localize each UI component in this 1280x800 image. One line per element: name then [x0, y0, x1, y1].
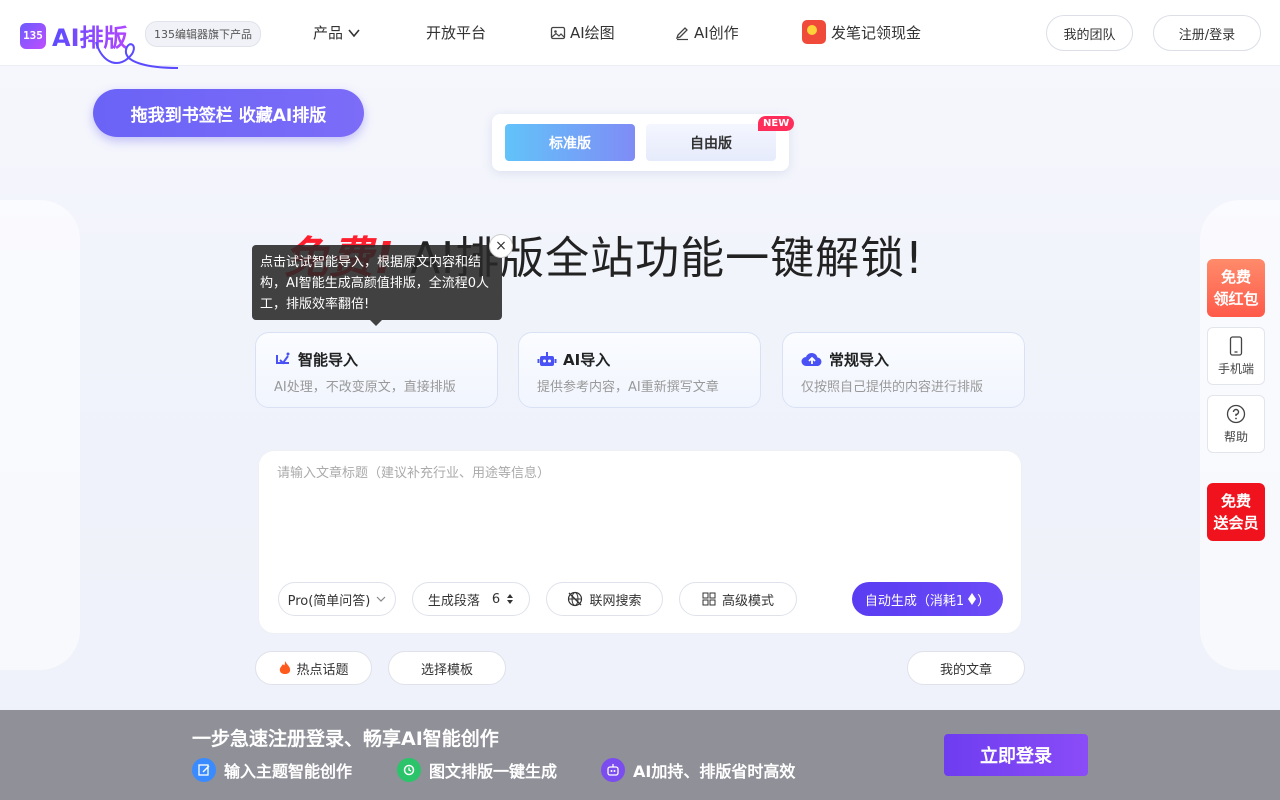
card-ai-import-desc: 提供参考内容，AI重新撰写文章 [537, 380, 719, 395]
guide-tooltip: 点击试试智能导入，根据原文内容和结构，AI智能生成高颜值排版，全流程0人工，排版… [252, 245, 502, 326]
mobile-button[interactable]: 手机端 [1207, 327, 1265, 385]
version-switch: 标准版 自由版 NEW [492, 114, 795, 171]
card-regular-import-label: 常规导入 [829, 351, 890, 369]
free-red-envelope-line1: 免费 [1220, 268, 1251, 286]
hot-topics-label: 热点话题 [296, 662, 349, 678]
robot-icon [601, 758, 625, 782]
stepper-arrows-icon[interactable] [506, 593, 514, 605]
diamond-icon [968, 593, 977, 605]
no-web-icon [568, 591, 583, 607]
chevron-down-icon [376, 596, 386, 602]
robot-icon [537, 351, 557, 366]
feature-ai-efficiency-label: AI加持、排版省时高效 [633, 762, 796, 781]
nav-ai-creation[interactable]: AI创作 [674, 22, 739, 43]
card-regular-import-title: 常规导入 [801, 349, 889, 370]
logo-badge: 135编辑器旗下产品 [145, 21, 261, 47]
help-label: 帮助 [1223, 429, 1248, 444]
nav-open-platform[interactable]: 开放平台 [426, 22, 486, 43]
advanced-mode-label: 高级模式 [721, 593, 774, 609]
nav-notes-cash[interactable]: 发笔记领现金 [801, 19, 921, 45]
web-search-toggle[interactable]: 联网搜索 [546, 582, 663, 616]
free-vip-line2: 送会员 [1213, 514, 1259, 532]
my-team-button[interactable]: 我的团队 [1046, 15, 1133, 51]
image-icon [550, 26, 566, 39]
close-icon[interactable]: × [489, 234, 513, 258]
card-ai-import-title: AI导入 [537, 349, 610, 370]
feature-layout-generation-label: 图文排版一键生成 [429, 762, 558, 781]
free-red-envelope-button[interactable]: 免费 领红包 [1207, 259, 1265, 317]
register-login-button[interactable]: 注册/登录 [1153, 15, 1261, 51]
card-smart-import[interactable]: 智能导入 AI处理，不改变原文，直接排版 [255, 332, 498, 408]
pen-icon [675, 26, 688, 40]
feature-ai-efficiency: AI加持、排版省时高效 [601, 758, 795, 782]
tab-free-version[interactable]: 自由版 [646, 124, 776, 161]
nav-product[interactable]: 产品 [313, 22, 361, 43]
auto-generate-button[interactable]: 自动生成（消耗1 ） [852, 582, 1003, 616]
new-badge: NEW [758, 116, 795, 131]
grid-icon [702, 592, 716, 606]
feature-topic-creation-label: 输入主题智能创作 [224, 762, 353, 781]
nav-notes-cash-label: 发笔记领现金 [831, 23, 922, 42]
model-select[interactable]: Pro(简单问答) [278, 582, 396, 616]
model-select-value: Pro(简单问答) [287, 593, 371, 609]
login-promo-banner: 一步急速注册登录、畅享AI智能创作 输入主题智能创作 图文排版一键生成 AI加持… [0, 710, 1280, 800]
refresh-icon [397, 758, 421, 782]
card-smart-import-title: 智能导入 [274, 349, 358, 370]
nav-ai-drawing-label: AI绘图 [570, 24, 615, 42]
phone-icon [1229, 335, 1243, 356]
choose-template-button[interactable]: 选择模板 [388, 651, 506, 685]
tab-standard-version[interactable]: 标准版 [505, 124, 635, 161]
advanced-mode-button[interactable]: 高级模式 [679, 582, 797, 616]
nav-open-platform-label: 开放平台 [426, 24, 487, 42]
cloud-upload-icon [801, 352, 822, 366]
hot-topics-button[interactable]: 热点话题 [255, 651, 372, 685]
feature-topic-creation: 输入主题智能创作 [192, 758, 352, 782]
nav-ai-creation-label: AI创作 [694, 24, 739, 42]
banner-title: 一步急速注册登录、畅享AI智能创作 [192, 728, 499, 750]
nav-product-label: 产品 [313, 24, 344, 42]
mobile-label: 手机端 [1217, 361, 1254, 376]
card-regular-import[interactable]: 常规导入 仅按照自己提供的内容进行排版 [782, 332, 1025, 408]
top-header: 135 AI排版 135编辑器旗下产品 产品 开放平台 AI绘图 AI创作 发笔… [0, 0, 1280, 69]
article-title-input[interactable] [277, 461, 997, 485]
decorative-panel-left [0, 200, 80, 670]
card-smart-import-label: 智能导入 [298, 351, 359, 369]
auto-generate-close-paren: ） [977, 593, 991, 609]
free-vip-button[interactable]: 免费 送会员 [1207, 483, 1265, 541]
free-vip-line1: 免费 [1220, 492, 1251, 510]
feature-layout-generation: 图文排版一键生成 [397, 758, 557, 782]
login-now-button[interactable]: 立即登录 [944, 734, 1088, 776]
card-regular-import-desc: 仅按照自己提供的内容进行排版 [801, 380, 984, 395]
free-red-envelope-line2: 领红包 [1213, 290, 1259, 308]
edit-icon [192, 758, 216, 782]
chevron-down-icon [348, 28, 360, 37]
bookmark-button[interactable]: 拖我到书签栏 收藏AI排版 [93, 89, 364, 137]
card-ai-import[interactable]: AI导入 提供参考内容，AI重新撰写文章 [518, 332, 761, 408]
fire-icon [280, 661, 291, 674]
paragraph-count-value: 6 [491, 591, 501, 607]
article-input-panel: Pro(简单问答) 生成段落 6 联网搜索 高级模式 自动生成（消耗1 ） [258, 450, 1022, 634]
my-articles-button[interactable]: 我的文章 [907, 651, 1025, 685]
paragraph-count-stepper[interactable]: 生成段落 6 [412, 582, 530, 616]
web-search-label: 联网搜索 [589, 593, 642, 609]
logo-mark: 135 [20, 22, 46, 49]
red-envelope-icon [802, 20, 826, 44]
help-icon [1226, 404, 1246, 423]
card-ai-import-label: AI导入 [563, 351, 611, 369]
nav-ai-drawing[interactable]: AI绘图 [550, 22, 615, 43]
help-button[interactable]: 帮助 [1207, 395, 1265, 453]
card-smart-import-desc: AI处理，不改变原文，直接排版 [274, 380, 456, 395]
smart-import-icon [276, 352, 290, 365]
auto-generate-label: 自动生成（消耗1 [864, 593, 965, 609]
paragraph-count-label: 生成段落 [427, 593, 480, 609]
